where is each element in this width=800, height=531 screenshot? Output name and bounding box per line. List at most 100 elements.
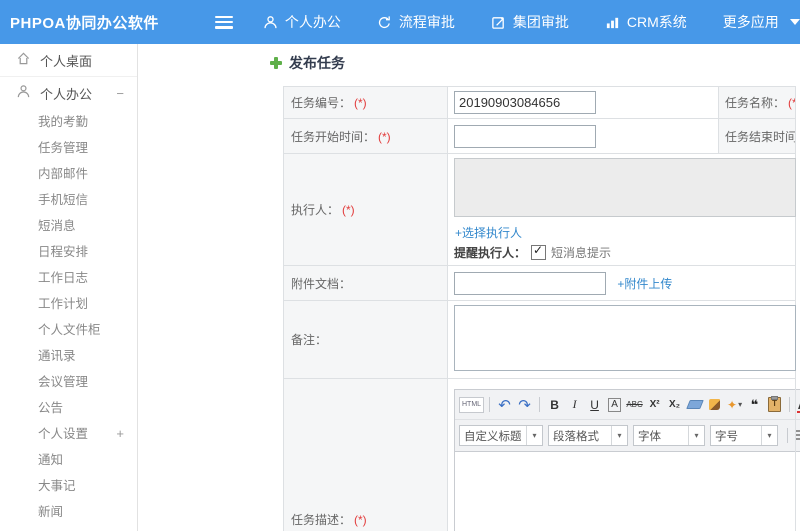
sidebar-item-personal-files[interactable]: 个人文件柜 — [0, 317, 137, 343]
sidebar-item-internal-mail[interactable]: 内部邮件 — [0, 161, 137, 187]
nav-menu: 个人办公 流程审批 集团审批 CRM系统 更多应用 — [263, 12, 800, 32]
align-left-icon — [795, 430, 800, 440]
autoformat-button[interactable]: ✦ ▾ — [725, 396, 744, 414]
subscript-button[interactable]: X₂ — [665, 396, 684, 414]
sidebar-item-my-attendance[interactable]: 我的考勤 — [0, 109, 137, 135]
paragraph-format-dropdown[interactable]: 段落格式 ▾ — [548, 425, 628, 446]
caret-down-icon: ▾ — [611, 426, 627, 445]
expand-icon[interactable]: + — [116, 421, 124, 447]
align-left-button[interactable] — [794, 427, 800, 445]
eraser-icon — [685, 400, 704, 409]
required-mark: (*) — [788, 96, 795, 110]
sms-remind-option-label: 短消息提示 — [551, 246, 612, 260]
sidebar-item-news[interactable]: 新闻 — [0, 499, 137, 525]
required-mark: (*) — [342, 203, 355, 217]
flow-icon — [377, 15, 392, 30]
divider — [539, 397, 541, 412]
blockquote-button[interactable]: ❝ — [745, 396, 764, 414]
format-brush-button[interactable] — [705, 396, 724, 414]
attachment-upload-link[interactable]: +附件上传 — [617, 277, 672, 291]
editor-toolbar-row2: 自定义标题 ▾ 段落格式 ▾ 字体 ▾ 字号 ▾ — [455, 420, 800, 452]
sidebar-item-short-message[interactable]: 短消息 — [0, 213, 137, 239]
menu-icon[interactable] — [214, 15, 233, 29]
table-row: 备注： — [283, 300, 796, 379]
editor-content-area[interactable] — [455, 452, 800, 531]
required-mark: (*) — [354, 96, 367, 110]
home-icon — [16, 51, 40, 69]
undo-button[interactable]: ↶ — [495, 396, 514, 414]
divider — [787, 428, 788, 443]
chart-icon — [605, 15, 620, 30]
underline-button[interactable]: U — [585, 396, 604, 414]
sidebar-item-label: 个人桌面 — [40, 53, 93, 69]
sidebar-item-label: 个人办公 — [40, 86, 93, 102]
remove-format-button[interactable] — [685, 396, 704, 414]
task-no-input[interactable] — [454, 91, 596, 114]
remark-label: 备注： — [291, 333, 328, 347]
task-name-label: 任务名称： — [725, 96, 786, 110]
sidebar-item-sms[interactable]: 手机短信 — [0, 187, 137, 213]
nav-item-workflow-approval[interactable]: 流程审批 — [377, 12, 455, 32]
sidebar-item-announcement[interactable]: 公告 — [0, 395, 137, 421]
required-mark: (*) — [378, 129, 391, 144]
select-executor-link[interactable]: +选择执行人 — [455, 224, 789, 241]
caret-down-icon: ▾ — [688, 426, 704, 445]
sidebar-item-contacts[interactable]: 通讯录 — [0, 343, 137, 369]
page-title: 发布任务 — [269, 53, 345, 73]
sms-remind-checkbox[interactable] — [531, 243, 547, 260]
nav-label: 个人办公 — [284, 14, 341, 30]
redo-button[interactable]: ↷ — [515, 396, 534, 414]
nav-item-more-apps[interactable]: 更多应用 — [723, 12, 800, 32]
font-size-dropdown[interactable]: 字号 ▾ — [710, 425, 778, 446]
nav-item-personal-office[interactable]: 个人办公 — [263, 12, 341, 32]
description-label: 任务描述： — [291, 512, 352, 527]
executor-textarea[interactable] — [454, 158, 796, 217]
editor-toolbar-row1: HTML ↶ ↷ B I U A ABC X² X₂ ✦ ▾ ❝ T — [455, 390, 800, 420]
paste-button[interactable] — [765, 396, 784, 414]
collapse-icon[interactable]: − — [116, 86, 124, 101]
custom-heading-dropdown[interactable]: 自定义标题 ▾ — [459, 425, 543, 446]
table-row: 任务编号：(*) 任务名称：(*) — [283, 86, 796, 119]
sidebar-item-desktop[interactable]: 个人桌面 — [0, 44, 137, 77]
sidebar-item-big-events[interactable]: 大事记 — [0, 473, 137, 499]
italic-button[interactable]: I — [565, 396, 584, 414]
nav-item-crm[interactable]: CRM系统 — [605, 12, 687, 32]
executor-label: 执行人： — [291, 203, 340, 217]
end-time-label: 任务结束时间： — [725, 129, 795, 144]
app-logo: PHPOA协同办公软件 — [10, 14, 159, 32]
strikethrough-button[interactable]: ABC — [625, 396, 644, 414]
sidebar-item-schedule[interactable]: 日程安排 — [0, 239, 137, 265]
table-row: 任务开始时间：(*) 任务结束时间：(*) — [283, 118, 796, 154]
start-time-label: 任务开始时间： — [291, 129, 376, 144]
sidebar-item-task-management[interactable]: 任务管理 — [0, 135, 137, 161]
clipboard-icon — [768, 396, 782, 412]
rich-text-editor: HTML ↶ ↷ B I U A ABC X² X₂ ✦ ▾ ❝ T 自定义标题… — [454, 389, 800, 531]
caret-down-icon: ▾ — [761, 426, 777, 445]
nav-item-group-approval[interactable]: 集团审批 — [491, 12, 569, 32]
remind-label: 提醒执行人： — [454, 246, 527, 260]
html-source-button[interactable]: HTML — [459, 396, 485, 413]
sidebar-item-notice[interactable]: 通知 — [0, 447, 137, 473]
font-background-button[interactable]: A — [605, 396, 624, 414]
superscript-button[interactable]: X² — [645, 396, 664, 414]
top-nav: PHPOA协同办公软件 个人办公 流程审批 集团审批 CRM系统 更多应用 — [0, 0, 800, 44]
divider — [789, 397, 791, 412]
nav-label: 更多应用 — [722, 14, 779, 30]
remark-textarea[interactable] — [454, 305, 796, 371]
font-color-button[interactable]: A▾ — [795, 396, 800, 414]
sidebar-item-meeting-management[interactable]: 会议管理 — [0, 369, 137, 395]
start-time-input[interactable] — [454, 124, 596, 148]
bold-button[interactable]: B — [545, 396, 564, 414]
sidebar-item-personal-settings[interactable]: 个人设置 + — [0, 421, 137, 447]
divider — [489, 397, 491, 412]
attachment-input[interactable] — [454, 271, 606, 295]
nav-label: 流程审批 — [398, 14, 455, 30]
sidebar-item-work-plan[interactable]: 工作计划 — [0, 291, 137, 317]
person-icon — [263, 15, 278, 30]
nav-label: 集团审批 — [512, 14, 569, 30]
app-window: PHPOA协同办公软件 个人办公 流程审批 集团审批 CRM系统 更多应用 个人… — [0, 0, 800, 531]
sidebar-item-personal-office[interactable]: 个人办公 − — [0, 77, 137, 109]
sidebar-item-work-log[interactable]: 工作日志 — [0, 265, 137, 291]
font-family-dropdown[interactable]: 字体 ▾ — [633, 425, 705, 446]
table-row: 附件文档： +附件上传 — [283, 265, 796, 301]
